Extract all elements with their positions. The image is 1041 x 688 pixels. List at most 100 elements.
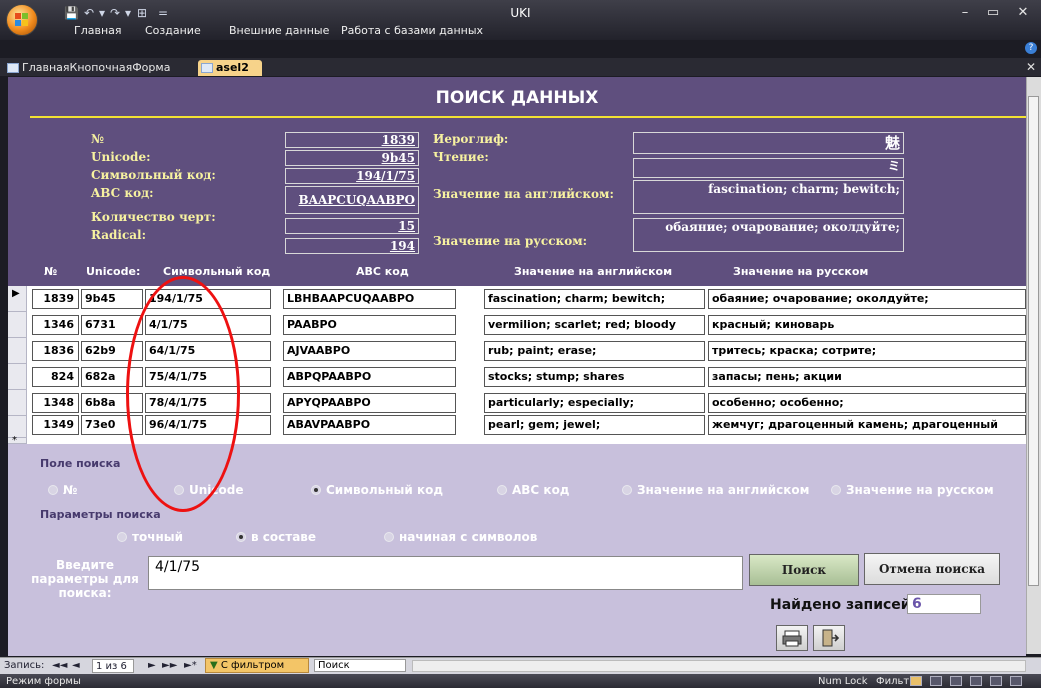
tab-main-switchboard[interactable]: ГлавнаяКнопочнаяФорма [4,60,194,76]
radio-selected-icon [311,485,321,495]
field-reading[interactable]: ミ [633,158,904,178]
cell-russian[interactable]: обаяние; очарование; околдуйте; [708,289,1026,309]
cancel-search-button[interactable]: Отмена поиска [864,553,1000,585]
cell-number[interactable]: 1348 [32,393,79,413]
radio-selected-icon [236,532,246,542]
column-header-russian[interactable]: Значение на русском [733,265,868,278]
cell-number[interactable]: 1346 [32,315,79,335]
field-number[interactable]: 1839 [285,132,419,148]
radio-label: Символьный код [326,483,444,497]
cell-russian[interactable]: запасы; пень; акции [708,367,1026,387]
search-params-section-title: Параметры поиска [40,508,161,521]
datasheet-view-icon[interactable] [930,676,942,686]
close-document-icon[interactable]: ✕ [1026,60,1036,74]
filter-icon: ▼ [210,660,221,671]
cell-abc-code[interactable]: AJVAABPO [283,341,456,361]
maximize-icon[interactable]: ▭ [980,4,1006,22]
cell-abc-code[interactable]: ABPQPAABPO [283,367,456,387]
radio-field-symbol-code[interactable]: Символьный код [311,483,443,497]
previous-record-button[interactable]: ◄ [72,659,80,673]
window-title: UKI [510,6,531,20]
cell-english[interactable]: vermilion; scarlet; red; bloody [484,315,705,335]
radio-exact[interactable]: точный [117,530,183,544]
radio-label: № [63,483,78,497]
search-button[interactable]: Поиск [749,554,859,586]
first-record-button[interactable]: ◄◄ [52,659,67,673]
cell-english[interactable]: rub; paint; erase; [484,341,705,361]
radio-field-english[interactable]: Значение на английском [622,483,809,497]
pivot-table-view-icon[interactable] [950,676,962,686]
design-view-icon[interactable] [1010,676,1022,686]
cell-number[interactable]: 824 [32,367,79,387]
cell-number[interactable]: 1349 [32,415,79,435]
menu-home[interactable]: Главная [74,24,122,38]
cell-abc-code[interactable]: APYQPAABPO [283,393,456,413]
cell-number[interactable]: 1836 [32,341,79,361]
exit-form-button[interactable] [813,625,845,651]
menu-database-tools[interactable]: Работа с базами данных [341,24,483,38]
new-record-button[interactable]: ►* [184,659,197,673]
next-record-button[interactable]: ► [148,659,156,673]
tab-asel2[interactable]: asel2 [198,60,262,76]
cell-abc-code[interactable]: PAABPO [283,315,456,335]
cell-unicode[interactable]: 9b45 [81,289,143,309]
radio-icon [117,532,127,542]
record-selector[interactable]: ▶ [8,286,27,312]
field-radical[interactable]: 194 [285,238,419,254]
horizontal-scrollbar[interactable] [412,660,1026,672]
cell-english[interactable]: stocks; stump; shares [484,367,705,387]
cell-russian[interactable]: тритесь; краска; сотрите; [708,341,1026,361]
cell-russian[interactable]: особенно; особенно; [708,393,1026,413]
column-header-number[interactable]: № [44,265,57,278]
field-english[interactable]: fascination; charm; bewitch; [633,180,904,214]
record-search-input[interactable]: Поиск [314,659,406,672]
record-selector[interactable] [8,364,27,390]
filter-label: С фильтром [220,660,285,671]
form-view-icon[interactable] [910,676,922,686]
record-selector[interactable] [8,338,27,364]
minimize-icon[interactable]: – [952,4,978,22]
found-records-label: Найдено записей: [770,597,917,613]
vertical-scroll-thumb[interactable] [1028,96,1039,586]
column-header-english[interactable]: Значение на английском [514,265,672,278]
filtered-badge[interactable]: ▼ С фильтром [205,658,309,673]
field-abc-code[interactable]: BAAPCUQAABPO [285,186,419,214]
search-input[interactable]: 4/1/75 [148,556,743,590]
menu-create[interactable]: Создание [145,24,201,38]
cell-english[interactable]: fascination; charm; bewitch; [484,289,705,309]
radio-starts-with[interactable]: начиная с символов [384,530,537,544]
tab-label: ГлавнаяКнопочнаяФорма [22,61,171,74]
radio-field-russian[interactable]: Значение на русском [831,483,994,497]
record-position-field[interactable]: 1 из 6 [92,659,134,673]
cell-english[interactable]: pearl; gem; jewel; [484,415,705,435]
last-record-button[interactable]: ►► [162,659,177,673]
pivot-chart-view-icon[interactable] [970,676,982,686]
print-button[interactable] [776,625,808,651]
field-label-radical: Radical: [91,228,147,242]
close-icon[interactable]: ✕ [1010,4,1036,22]
record-selector[interactable] [8,312,27,338]
field-label-abc-code: ABC код: [91,186,154,200]
help-icon[interactable]: ? [1025,42,1037,54]
cell-english[interactable]: particularly; especially; [484,393,705,413]
record-selector[interactable] [8,390,27,416]
cell-abc-code[interactable]: ABAVPAABPO [283,415,456,435]
cell-abc-code[interactable]: LBHBAAPCUQAABPO [283,289,456,309]
radio-field-abc-code[interactable]: ABC код [497,483,570,497]
menu-external-data[interactable]: Внешние данные [229,24,329,38]
field-stroke-count[interactable]: 15 [285,218,419,234]
cell-number[interactable]: 1839 [32,289,79,309]
field-hieroglyph[interactable]: 魅 [633,132,904,154]
record-selector[interactable] [8,416,27,438]
field-unicode[interactable]: 9b45 [285,150,419,166]
column-header-unicode[interactable]: Unicode: [86,265,140,278]
layout-view-icon[interactable] [990,676,1002,686]
cell-russian[interactable]: красный; киноварь [708,315,1026,335]
radio-icon [384,532,394,542]
column-header-abc-code[interactable]: ABC код [356,265,409,278]
radio-field-number[interactable]: № [48,483,77,497]
radio-contains[interactable]: в составе [236,530,316,544]
field-symbol-code[interactable]: 194/1/75 [285,168,419,184]
cell-russian[interactable]: жемчуг; драгоценный камень; драгоценный [708,415,1026,435]
field-russian[interactable]: обаяние; очарование; околдуйте; [633,218,904,252]
